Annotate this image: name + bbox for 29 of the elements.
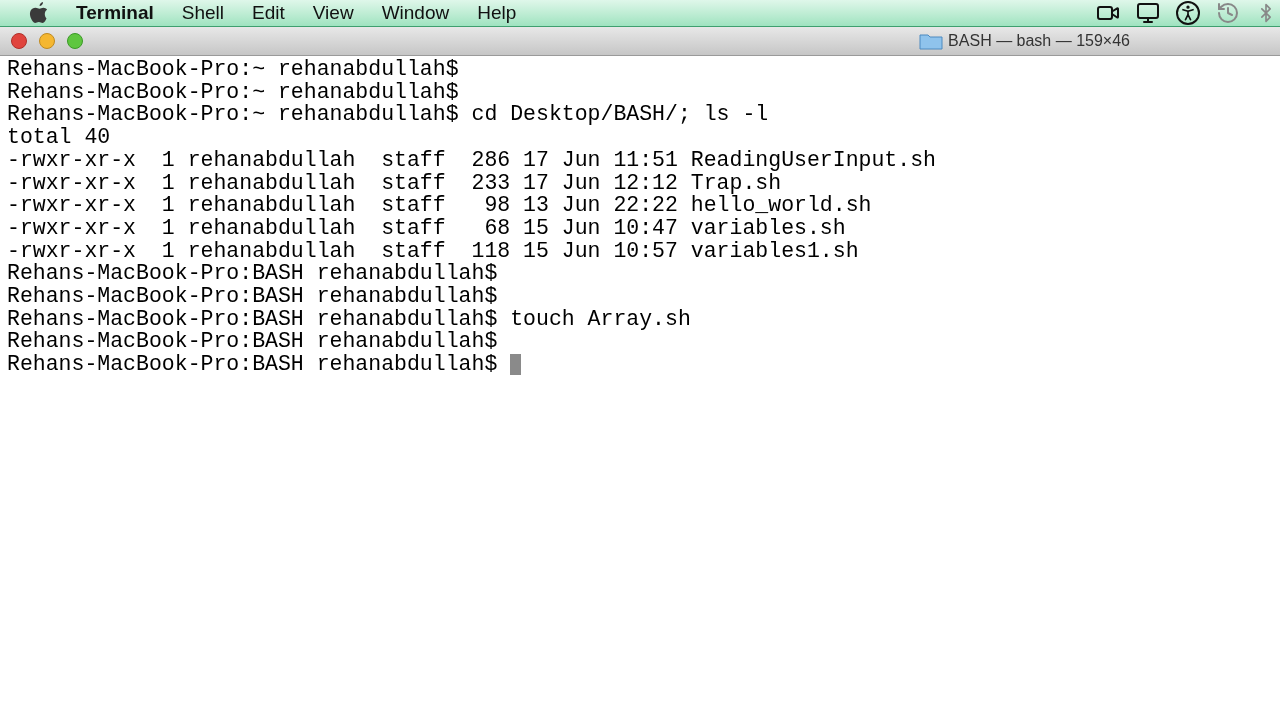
terminal-line: -rwxr-xr-x 1 rehanabdullah staff 68 15 Jun 10:47 variables.sh: [7, 216, 846, 240]
clock-icon[interactable]: [1216, 1, 1240, 25]
app-menu[interactable]: Terminal: [76, 0, 154, 28]
zoom-button[interactable]: [67, 33, 83, 49]
menu-item[interactable]: Window: [381, 0, 450, 28]
terminal-line: Rehans-MacBook-Pro:BASH rehanabdullah$: [7, 285, 498, 308]
menu-item[interactable]: Help: [477, 0, 517, 28]
menu-item[interactable]: Edit: [252, 0, 285, 28]
text-cursor: [510, 354, 522, 375]
folder-icon: [919, 32, 944, 50]
terminal-line: Rehans-MacBook-Pro:~ rehanabdullah$ cd Desktop/BASH/; ls -l: [7, 103, 769, 127]
terminal-line: Rehans-MacBook-Pro:BASH rehanabdullah$: [7, 262, 498, 286]
display-icon[interactable]: [1136, 1, 1160, 25]
menu-item[interactable]: Shell: [181, 0, 225, 28]
accessibility-icon[interactable]: [1176, 1, 1200, 25]
terminal-line: -rwxr-xr-x 1 rehanabdullah staff 118 15 Jun 10:57 variables1.sh: [7, 239, 859, 263]
apple-logo-icon[interactable]: [28, 1, 50, 25]
terminal-line: total 40: [7, 126, 111, 149]
terminal-line: -rwxr-xr-x 1 rehanabdullah staff 98 13 Jun 22:22 hello_world.sh: [7, 194, 872, 217]
terminal-line: -rwxr-xr-x 1 rehanabdullah staff 286 17 Jun 11:51 ReadingUserInput.sh: [7, 148, 936, 172]
menu-item[interactable]: View: [312, 0, 354, 28]
terminal-line: Rehans-MacBook-Pro:BASH rehanabdullah$: [7, 330, 498, 354]
terminal-line: Rehans-MacBook-Pro:~ rehanabdullah$: [7, 58, 459, 81]
terminal-line: Rehans-MacBook-Pro:BASH rehanabdullah$: [7, 353, 498, 376]
terminal-line: Rehans-MacBook-Pro:BASH rehanabdullah$ touch Array.sh: [7, 307, 691, 331]
terminal-line: Rehans-MacBook-Pro:~ rehanabdullah$: [7, 80, 459, 104]
window-title: BASH — bash — 159×46: [948, 31, 1130, 51]
terminal-line: -rwxr-xr-x 1 rehanabdullah staff 233 17 Jun 12:12 Trap.sh: [7, 171, 782, 195]
close-button[interactable]: [11, 33, 27, 49]
